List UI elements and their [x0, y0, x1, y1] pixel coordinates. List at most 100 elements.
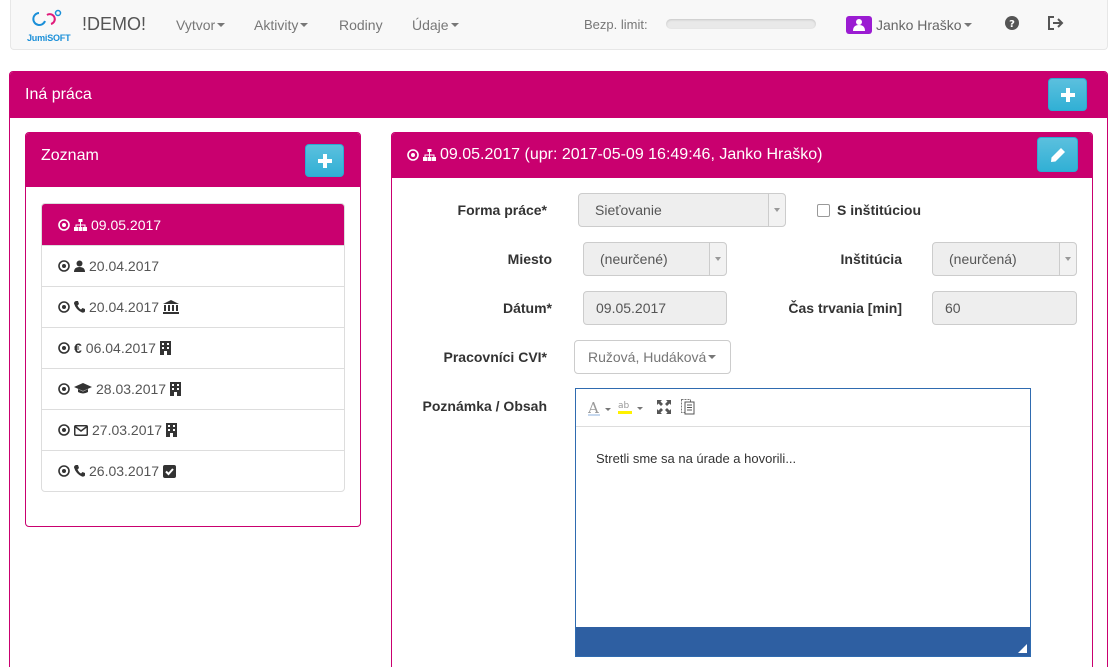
list-item[interactable]: 20.04.2017	[42, 286, 344, 327]
logout-icon[interactable]	[1048, 16, 1064, 33]
list-item[interactable]: 26.03.2017	[42, 450, 344, 491]
main-panel: Iná práca Zoznam 09.05.2017 20.04.2017 2…	[9, 71, 1108, 667]
chevron-down-icon	[709, 243, 726, 275]
list-item-date: 28.03.2017	[96, 381, 167, 397]
detail-panel-header: 09.05.2017 (upr: 2017-05-09 16:49:46, Ja…	[392, 133, 1092, 178]
nav-aktivity-label: Aktivity	[254, 17, 299, 33]
institucia-select[interactable]: (neurčená)	[932, 242, 1077, 276]
jumisoft-logo[interactable]: JumiSOFT	[27, 9, 71, 43]
forma-prace-select[interactable]: Sieťovanie	[578, 193, 786, 227]
list-item[interactable]: 09.05.2017	[42, 204, 344, 245]
add-work-button[interactable]	[1048, 78, 1087, 111]
limit-label: Bezp. limit:	[584, 17, 648, 32]
logo-mark-icon	[32, 9, 62, 26]
caret-down-icon	[963, 23, 972, 27]
institution-checkbox[interactable]	[817, 204, 830, 217]
text-color-icon[interactable]: A	[588, 400, 612, 416]
pracovnici-label: Pracovníci CVI*	[443, 349, 548, 365]
record-icon	[58, 342, 70, 354]
help-icon[interactable]: ?	[1005, 16, 1019, 33]
nav-rodiny-label: Rodiny	[339, 17, 383, 33]
list-item[interactable]: 20.04.2017	[42, 245, 344, 286]
detail-title: 09.05.2017 (upr: 2017-05-09 16:49:46, Ja…	[407, 146, 822, 164]
list-item[interactable]: 28.03.2017	[42, 368, 344, 409]
poznamka-label: Poznámka / Obsah	[422, 398, 547, 414]
user-icon[interactable]	[846, 16, 872, 34]
chevron-down-icon	[1059, 243, 1076, 275]
editor-content[interactable]: Stretli sme sa na úrade a hovorili...	[576, 427, 1030, 626]
record-icon	[58, 301, 70, 313]
nav-rodiny[interactable]: Rodiny	[339, 17, 383, 33]
pracovnici-value: Ružová, Hudáková	[588, 349, 707, 365]
plus-icon	[1060, 87, 1075, 102]
datum-label: Dátum*	[502, 300, 552, 316]
list-item[interactable]: € 06.04.2017	[42, 327, 344, 368]
record-icon	[58, 383, 70, 395]
building-icon	[170, 382, 182, 396]
background-color-icon[interactable]: ab	[618, 399, 644, 415]
poznamka-text: Stretli sme sa na úrade a hovorili...	[596, 451, 797, 466]
caret-down-icon	[217, 23, 226, 27]
datum-value: 09.05.2017	[596, 300, 667, 316]
pracovnici-select[interactable]: Ružová, Hudáková	[574, 340, 731, 374]
building-icon	[166, 423, 178, 437]
nav-udaje[interactable]: Údaje	[412, 17, 459, 33]
sitemap-icon	[74, 218, 87, 231]
user-icon	[74, 260, 85, 272]
show-blocks-icon[interactable]	[681, 399, 695, 415]
miesto-value: (neurčené)	[600, 251, 668, 267]
user-menu[interactable]: Janko Hraško	[876, 17, 972, 33]
list-title: Zoznam	[41, 147, 99, 164]
datum-input[interactable]: 09.05.2017	[583, 291, 727, 325]
list-item-date: 06.04.2017	[85, 340, 156, 356]
resize-grip-icon[interactable]	[1018, 644, 1027, 653]
record-icon	[58, 218, 70, 231]
svg-text:?: ?	[1009, 19, 1015, 30]
editor-toolbar: A ab	[576, 389, 1030, 427]
top-navbar: JumiSOFT !DEMO! Vytvor Aktivity Rodiny Ú…	[10, 0, 1108, 50]
envelope-icon	[74, 424, 88, 436]
nav-aktivity[interactable]: Aktivity	[254, 17, 309, 33]
graduation-cap-icon	[74, 383, 92, 394]
chevron-down-icon	[768, 194, 785, 226]
building-icon	[159, 341, 171, 355]
caret-down-icon	[450, 23, 459, 27]
editor-statusbar	[576, 627, 1030, 656]
detail-panel: 09.05.2017 (upr: 2017-05-09 16:49:46, Ja…	[391, 132, 1093, 667]
main-panel-header: Iná práca	[10, 72, 1107, 118]
nav-udaje-label: Údaje	[412, 17, 449, 33]
institucia-label: Inštitúcia	[840, 251, 902, 267]
record-icon	[407, 149, 419, 161]
list-item[interactable]: 27.03.2017	[42, 409, 344, 450]
institution-icon	[163, 300, 180, 314]
add-list-item-button[interactable]	[305, 144, 344, 177]
svg-text:ab: ab	[618, 401, 630, 411]
forma-prace-value: Sieťovanie	[595, 202, 662, 218]
rich-text-editor[interactable]: A ab Stretli sme sa na úrade a hovorili.…	[575, 388, 1031, 657]
maximize-icon[interactable]	[657, 400, 671, 414]
logo-text: JumiSOFT	[27, 33, 71, 43]
miesto-select[interactable]: (neurčené)	[583, 242, 727, 276]
caret-down-icon	[708, 355, 717, 359]
pencil-icon	[1050, 147, 1065, 162]
caret-down-icon	[300, 23, 309, 27]
plus-icon	[317, 153, 332, 168]
miesto-label: Miesto	[507, 251, 552, 267]
institucia-value: (neurčená)	[949, 251, 1017, 267]
institution-checkbox-label[interactable]: S inštitúciou	[837, 202, 921, 218]
cas-trvania-input[interactable]: 60	[932, 291, 1077, 325]
page-title: Iná práca	[25, 86, 92, 103]
edit-button[interactable]	[1037, 137, 1078, 172]
list-item-date: 09.05.2017	[91, 216, 162, 233]
list-panel-header: Zoznam	[26, 133, 360, 187]
user-name: Janko Hraško	[876, 17, 962, 33]
nav-vytvor[interactable]: Vytvor	[176, 17, 226, 33]
record-icon	[58, 424, 70, 436]
svg-text:A: A	[588, 400, 599, 416]
cas-trvania-label: Čas trvania [min]	[788, 300, 902, 316]
check-square-icon	[163, 464, 177, 478]
app-brand[interactable]: !DEMO!	[82, 14, 146, 35]
limit-progress-bar	[666, 19, 816, 29]
phone-icon	[74, 301, 85, 313]
list-item-date: 20.04.2017	[89, 258, 160, 274]
